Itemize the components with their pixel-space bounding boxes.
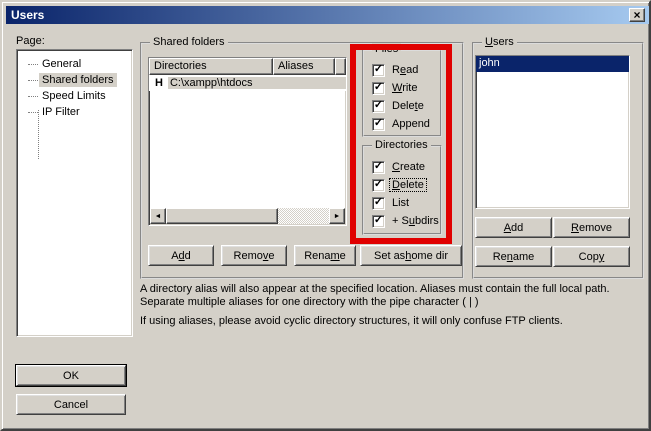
- checkbox-append[interactable]: ✓ Append: [372, 117, 440, 131]
- checkbox-delete-dir[interactable]: ✓ Delete: [372, 178, 440, 192]
- directories-list-header: Directories Aliases: [149, 58, 346, 75]
- tree-connector: [28, 96, 38, 97]
- directories-group-label: Directories: [372, 139, 431, 151]
- close-icon: ×: [633, 10, 640, 20]
- user-remove-button[interactable]: Remove: [553, 217, 630, 238]
- check-icon: ✓: [374, 100, 383, 111]
- user-copy-button[interactable]: Copy: [553, 246, 630, 267]
- checkbox-checked-icon: ✓: [372, 100, 385, 113]
- column-header-directories[interactable]: Directories: [149, 58, 273, 75]
- check-icon: ✓: [374, 215, 383, 226]
- scroll-left-icon: ◄: [155, 213, 162, 220]
- files-group-label: Files: [372, 43, 401, 55]
- alias-note-1: A directory alias will also appear at th…: [140, 283, 640, 309]
- files-group: Files ✓ Read ✓ Write ✓ Delete ✓ Append: [362, 49, 442, 137]
- check-icon: ✓: [374, 64, 383, 75]
- scroll-right-icon: ►: [334, 213, 341, 220]
- checkbox-checked-icon: ✓: [372, 118, 385, 131]
- tree-connector: [28, 80, 38, 81]
- horizontal-scrollbar[interactable]: ◄ ►: [150, 208, 345, 224]
- tree-item-ip-filter[interactable]: IP Filter: [17, 104, 132, 120]
- titlebar: Users: [6, 6, 649, 24]
- checkbox-checked-icon: ✓: [372, 179, 385, 192]
- cancel-button[interactable]: Cancel: [16, 394, 126, 415]
- checkbox-create[interactable]: ✓ Create: [372, 160, 440, 174]
- scroll-left-button[interactable]: ◄: [150, 208, 166, 224]
- checkbox-write[interactable]: ✓ Write: [372, 81, 440, 95]
- checkbox-read[interactable]: ✓ Read: [372, 63, 440, 77]
- directory-path: C:\xampp\htdocs: [168, 77, 346, 89]
- tree-item-general[interactable]: General: [17, 56, 132, 72]
- checkbox-checked-icon: ✓: [372, 64, 385, 77]
- shared-folders-group-label: Shared folders: [150, 36, 228, 48]
- set-as-home-dir-button[interactable]: Set as home dir: [360, 245, 462, 266]
- ok-button[interactable]: OK: [16, 365, 126, 386]
- folder-add-button[interactable]: Add: [148, 245, 214, 266]
- user-list-item[interactable]: john: [476, 56, 629, 72]
- users-list: john: [475, 55, 630, 209]
- checkbox-checked-icon: ✓: [372, 161, 385, 174]
- home-flag: H: [149, 77, 168, 89]
- tree-item-speed-limits[interactable]: Speed Limits: [17, 88, 132, 104]
- alias-note-2: If using aliases, please avoid cyclic di…: [140, 315, 640, 328]
- check-icon: ✓: [374, 161, 383, 172]
- tree-connector: [28, 112, 38, 113]
- user-rename-button[interactable]: Rename: [475, 246, 552, 267]
- column-header-filler: [335, 58, 346, 75]
- scrollbar-track[interactable]: [278, 208, 329, 224]
- checkbox-checked-icon: ✓: [372, 215, 385, 228]
- directories-list: Directories Aliases H C:\xampp\htdocs ◄ …: [148, 57, 347, 226]
- checkbox-subdirs[interactable]: ✓ + Subdirs: [372, 214, 440, 228]
- folder-remove-button[interactable]: Remove: [221, 245, 287, 266]
- users-dialog: Users × Page: General Shared folders Spe…: [0, 0, 651, 431]
- scrollbar-thumb[interactable]: [166, 208, 278, 224]
- check-icon: ✓: [374, 118, 383, 129]
- user-add-button[interactable]: Add: [475, 217, 552, 238]
- check-icon: ✓: [374, 82, 383, 93]
- tree-connector: [28, 64, 38, 65]
- directory-row[interactable]: H C:\xampp\htdocs: [149, 75, 346, 91]
- checkbox-checked-icon: ✓: [372, 82, 385, 95]
- checkbox-list[interactable]: ✓ List: [372, 196, 440, 210]
- alias-notes: A directory alias will also appear at th…: [140, 283, 640, 328]
- tree-item-shared-folders[interactable]: Shared folders: [17, 72, 132, 88]
- page-label: Page:: [16, 35, 45, 47]
- checkbox-delete-file[interactable]: ✓ Delete: [372, 99, 440, 113]
- scroll-right-button[interactable]: ►: [329, 208, 345, 224]
- check-icon: ✓: [374, 197, 383, 208]
- window-title: Users: [11, 8, 44, 22]
- users-group-label: Users: [482, 36, 517, 48]
- page-tree: General Shared folders Speed Limits IP F…: [16, 49, 133, 337]
- check-icon: ✓: [374, 179, 383, 190]
- directories-group: Directories ✓ Create ✓ Delete ✓ List ✓ +…: [362, 145, 442, 235]
- column-header-aliases[interactable]: Aliases: [273, 58, 335, 75]
- checkbox-checked-icon: ✓: [372, 197, 385, 210]
- close-button[interactable]: ×: [629, 8, 645, 22]
- folder-rename-button[interactable]: Rename: [294, 245, 356, 266]
